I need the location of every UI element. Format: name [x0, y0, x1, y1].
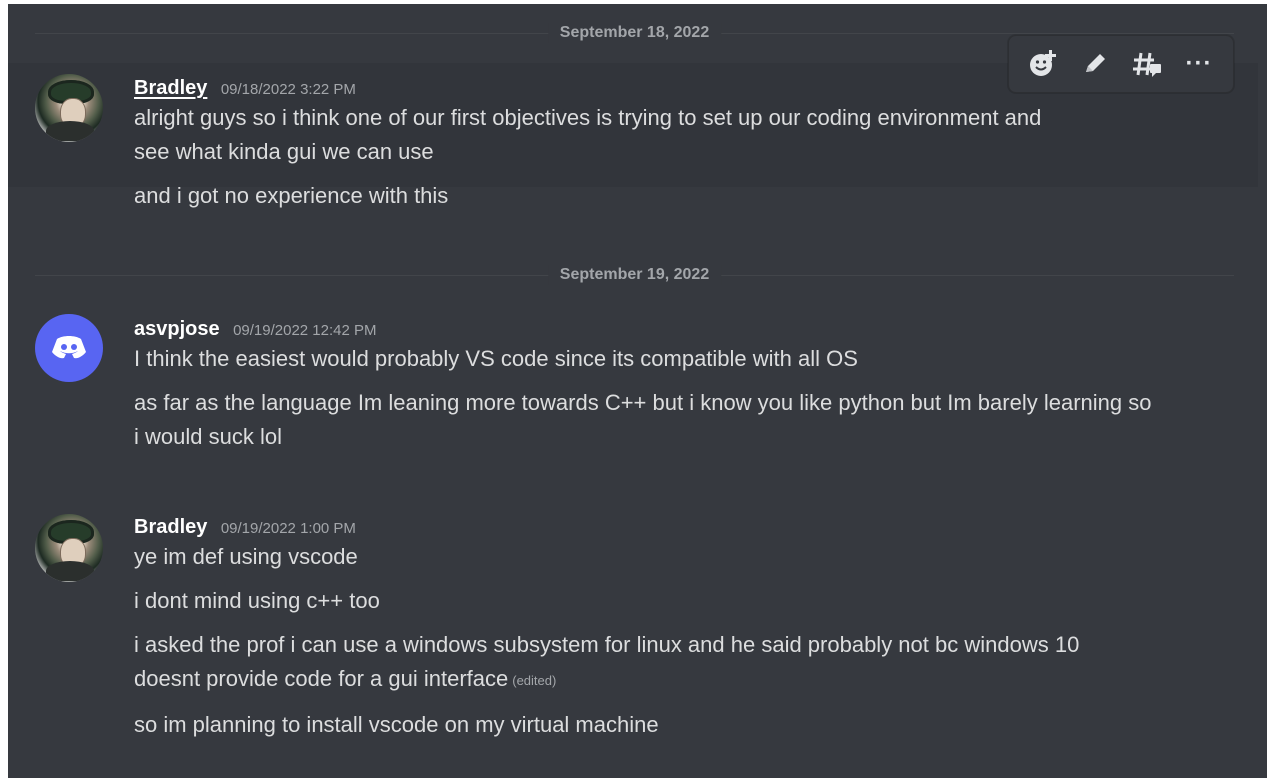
create-thread-icon: [1133, 52, 1161, 77]
message-line: so im planning to install vscode on my v…: [134, 712, 659, 737]
message-line: i asked the prof i can use a windows sub…: [134, 628, 1144, 698]
message-author[interactable]: Bradley: [134, 516, 207, 538]
avatar[interactable]: [35, 514, 103, 582]
message-group: Bradley 09/19/2022 1:00 PM ye im def usi…: [134, 514, 1243, 742]
pencil-icon: [1086, 54, 1105, 72]
message-line: alright guys so i think one of our first…: [134, 105, 1042, 164]
avatar[interactable]: [35, 74, 103, 142]
top-edge: [0, 0, 1271, 4]
create-thread-button[interactable]: [1126, 44, 1168, 84]
message-line: i dont mind using c++ too: [134, 588, 380, 613]
right-edge: [1267, 0, 1271, 778]
message-author[interactable]: asvpjose: [134, 318, 220, 340]
left-edge: [0, 0, 8, 778]
more-icon: ···: [1185, 50, 1213, 77]
date-divider: September 18, 2022: [35, 23, 1234, 43]
avatar[interactable]: [35, 314, 103, 382]
more-button[interactable]: ···: [1178, 44, 1220, 84]
message-group: asvpjose 09/19/2022 12:42 PM I think the…: [134, 316, 1243, 454]
edited-label: (edited): [512, 673, 557, 688]
add-reaction-icon: [1030, 50, 1056, 76]
message-line: as far as the language Im leaning more t…: [134, 390, 1152, 449]
date-divider: September 19, 2022: [35, 265, 1234, 285]
edit-button[interactable]: [1074, 44, 1116, 84]
message-group: Bradley 09/18/2022 3:22 PM alright guys …: [134, 75, 1243, 213]
message-actions-toolbar: ···: [1008, 35, 1234, 93]
message-timestamp[interactable]: 09/19/2022 12:42 PM: [233, 322, 376, 339]
date-divider-label: September 18, 2022: [547, 23, 722, 43]
chat-view: September 18, 2022 Bradley 09/18/2022 3:…: [0, 0, 1271, 778]
message-line: and i got no experience with this: [134, 183, 449, 208]
message-line: I think the easiest would probably VS co…: [134, 346, 858, 371]
message-header: asvpjose 09/19/2022 12:42 PM: [134, 316, 1243, 342]
message-timestamp[interactable]: 09/19/2022 1:00 PM: [221, 520, 356, 537]
message-line: ye im def using vscode: [134, 544, 358, 569]
avatar-cloak-shape: [46, 561, 94, 581]
avatar-cloak-shape: [46, 121, 94, 141]
message-header: Bradley 09/19/2022 1:00 PM: [134, 514, 1243, 540]
message-author[interactable]: Bradley: [134, 77, 207, 99]
add-reaction-button[interactable]: [1022, 44, 1064, 84]
discord-logo-icon: [52, 336, 86, 359]
message-timestamp[interactable]: 09/18/2022 3:22 PM: [221, 81, 356, 98]
message-line-text: i asked the prof i can use a windows sub…: [134, 632, 1080, 691]
date-divider-label: September 19, 2022: [547, 265, 722, 285]
